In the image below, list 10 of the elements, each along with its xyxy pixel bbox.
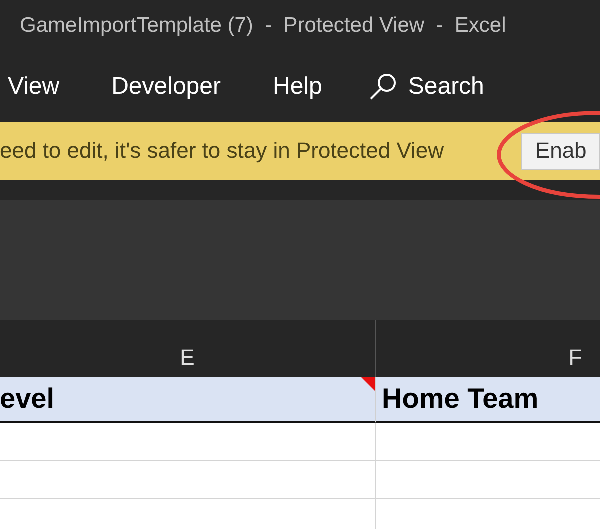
enable-editing-button[interactable]: Enab (521, 132, 600, 170)
window-title: GameImportTemplate (7) - Protected View - Excel (20, 14, 506, 38)
table-cell: Home Team (376, 377, 600, 423)
ribbon-tab[interactable]: View (8, 73, 60, 101)
ribbon-tab[interactable]: Help (273, 73, 322, 101)
table-cell: evel (0, 377, 376, 423)
protected-view-message: eed to edit, it's safer to stay in Protected View (0, 138, 446, 164)
search-icon (368, 72, 398, 102)
search-button[interactable]: Search (368, 72, 484, 102)
ribbon-tab[interactable]: Developer (112, 73, 221, 101)
